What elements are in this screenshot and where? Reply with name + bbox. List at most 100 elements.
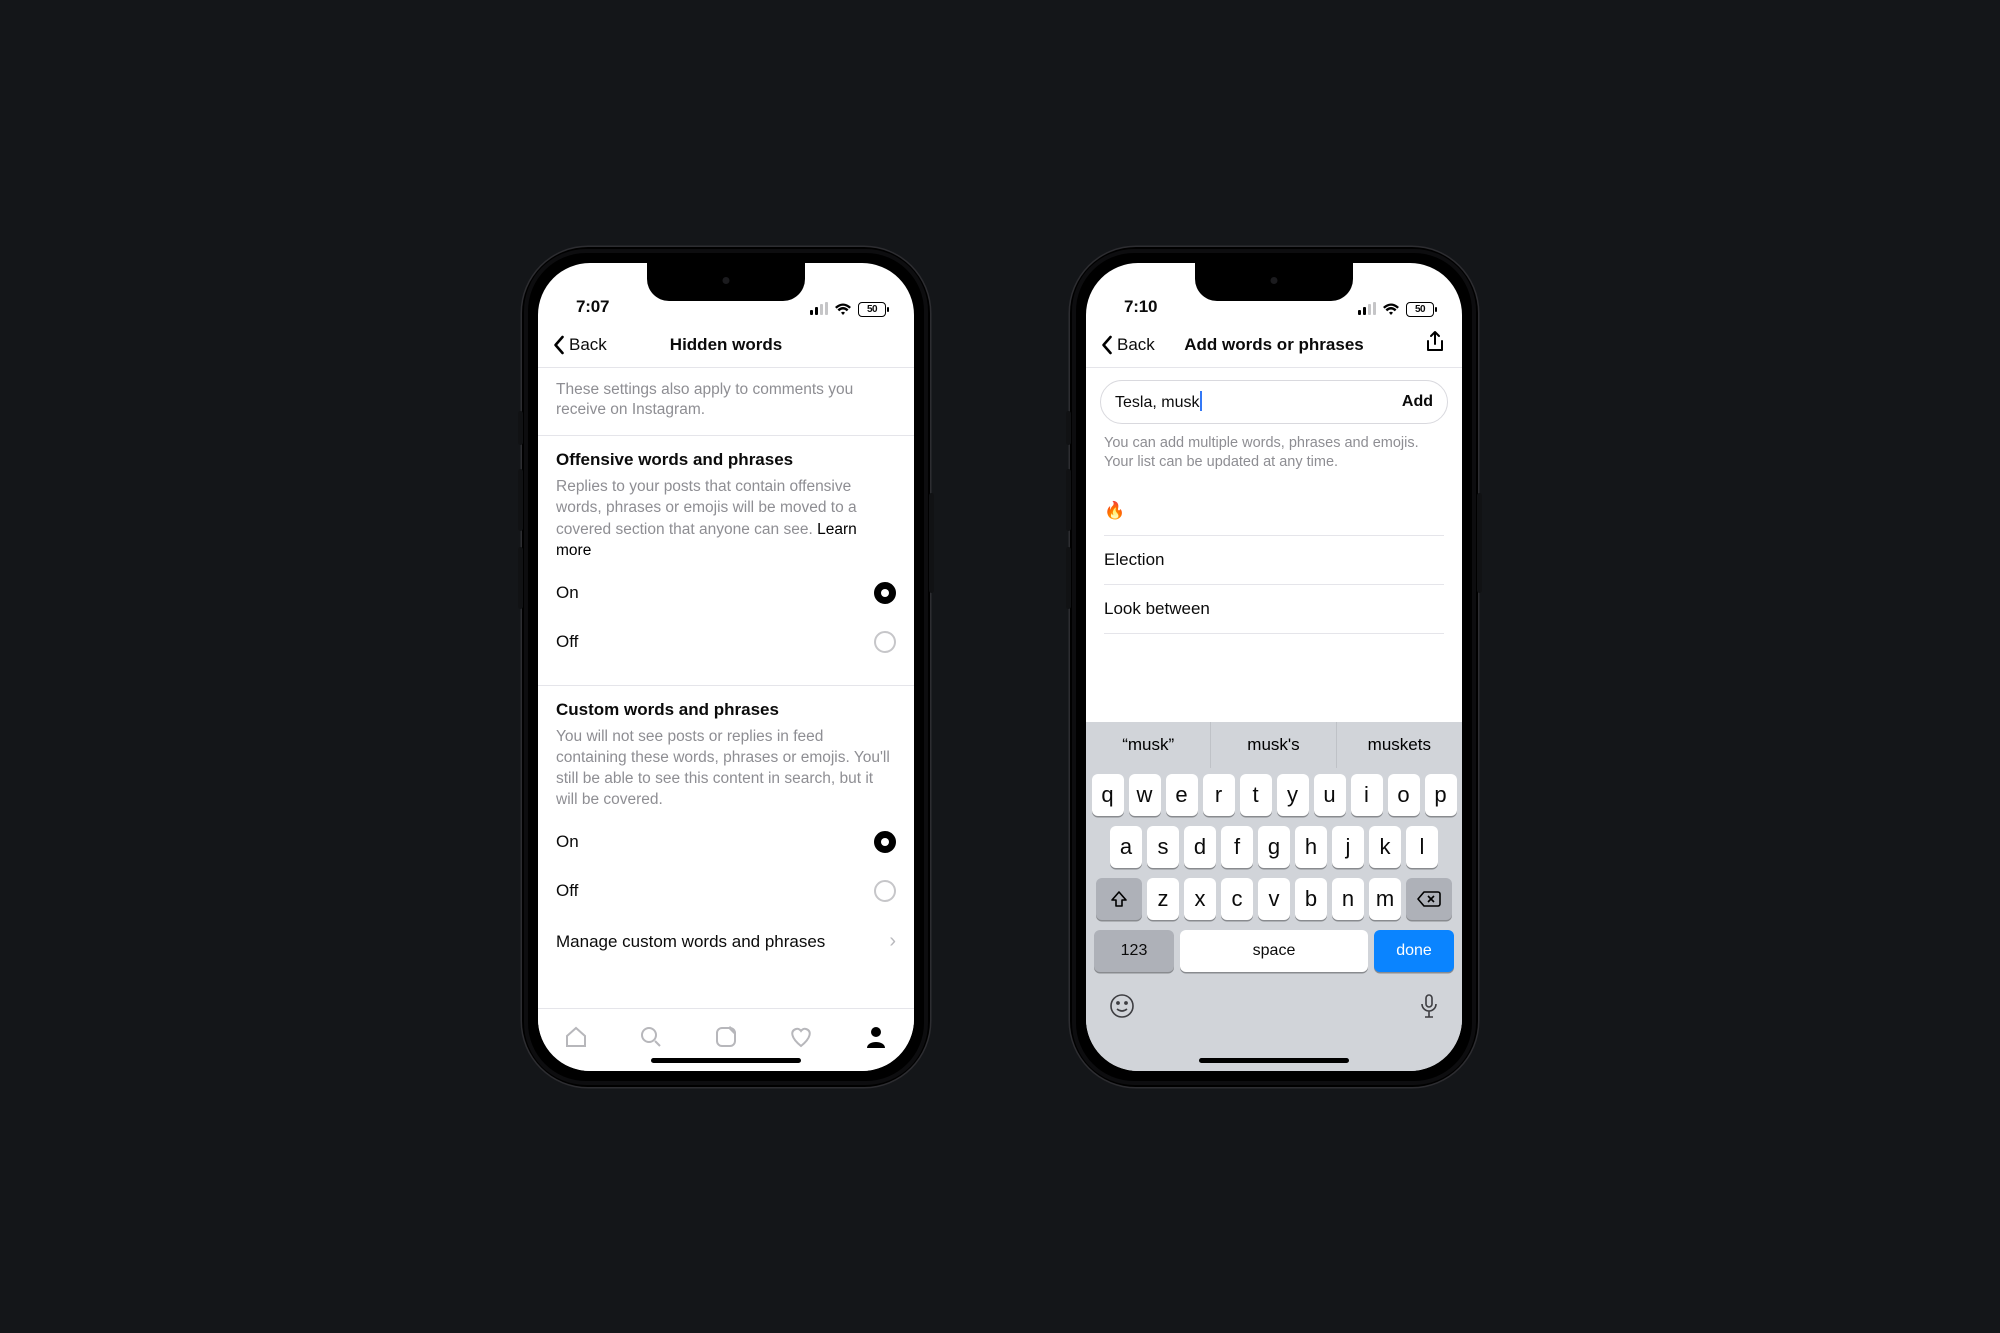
page-title: Add words or phrases bbox=[1184, 335, 1363, 355]
suggestion[interactable]: “musk” bbox=[1086, 722, 1211, 768]
share-icon bbox=[1424, 330, 1446, 354]
offensive-heading: Offensive words and phrases bbox=[556, 450, 896, 470]
key-x[interactable]: x bbox=[1184, 878, 1216, 920]
back-button[interactable]: Back bbox=[552, 335, 607, 355]
text-cursor bbox=[1200, 391, 1202, 411]
key-t[interactable]: t bbox=[1240, 774, 1272, 816]
battery-icon: 50 bbox=[1406, 302, 1434, 317]
wifi-icon bbox=[834, 303, 852, 316]
status-time: 7:10 bbox=[1124, 297, 1157, 317]
list-item[interactable]: 🔥 bbox=[1104, 487, 1444, 536]
shift-key[interactable] bbox=[1096, 878, 1142, 920]
key-p[interactable]: p bbox=[1425, 774, 1457, 816]
radio-off-icon bbox=[874, 880, 896, 902]
key-o[interactable]: o bbox=[1388, 774, 1420, 816]
wifi-icon bbox=[1382, 303, 1400, 316]
key-l[interactable]: l bbox=[1406, 826, 1438, 868]
on-label: On bbox=[556, 832, 579, 852]
home-indicator[interactable] bbox=[651, 1058, 801, 1063]
chevron-right-icon: › bbox=[889, 930, 896, 953]
key-j[interactable]: j bbox=[1332, 826, 1364, 868]
key-y[interactable]: y bbox=[1277, 774, 1309, 816]
key-k[interactable]: k bbox=[1369, 826, 1401, 868]
intro-text: These settings also apply to comments yo… bbox=[538, 368, 914, 437]
radio-on-icon bbox=[874, 582, 896, 604]
tab-home[interactable] bbox=[563, 1024, 589, 1055]
key-r[interactable]: r bbox=[1203, 774, 1235, 816]
key-g[interactable]: g bbox=[1258, 826, 1290, 868]
custom-body: You will not see posts or replies in fee… bbox=[556, 726, 896, 810]
offensive-off-row[interactable]: Off bbox=[556, 618, 896, 667]
suggestion[interactable]: musk's bbox=[1211, 722, 1336, 768]
notch bbox=[647, 263, 805, 301]
key-n[interactable]: n bbox=[1332, 878, 1364, 920]
status-time: 7:07 bbox=[576, 297, 609, 317]
custom-heading: Custom words and phrases bbox=[556, 700, 896, 720]
iphone-right: 7:10 50 Back Add words or phrases Tesla,… bbox=[1070, 247, 1478, 1087]
key-m[interactable]: m bbox=[1369, 878, 1401, 920]
tab-compose[interactable] bbox=[713, 1024, 739, 1055]
back-button[interactable]: Back bbox=[1100, 335, 1155, 355]
word-input[interactable]: Tesla, musk Add bbox=[1100, 380, 1448, 424]
space-key[interactable]: space bbox=[1180, 930, 1368, 972]
page-title: Hidden words bbox=[670, 335, 782, 355]
key-h[interactable]: h bbox=[1295, 826, 1327, 868]
done-key[interactable]: done bbox=[1374, 930, 1454, 972]
key-z[interactable]: z bbox=[1147, 878, 1179, 920]
offensive-body: Replies to your posts that contain offen… bbox=[556, 476, 896, 560]
list-item[interactable]: Look between bbox=[1104, 585, 1444, 634]
key-s[interactable]: s bbox=[1147, 826, 1179, 868]
key-e[interactable]: e bbox=[1166, 774, 1198, 816]
radio-on-icon bbox=[874, 831, 896, 853]
off-label: Off bbox=[556, 632, 578, 652]
key-w[interactable]: w bbox=[1129, 774, 1161, 816]
suggestion-bar: “musk”musk'smuskets bbox=[1086, 722, 1462, 768]
add-button[interactable]: Add bbox=[1402, 393, 1433, 411]
chevron-left-icon bbox=[1100, 335, 1113, 355]
suggestion[interactable]: muskets bbox=[1337, 722, 1462, 768]
key-v[interactable]: v bbox=[1258, 878, 1290, 920]
offensive-section: Offensive words and phrases Replies to y… bbox=[538, 436, 914, 666]
content: These settings also apply to comments yo… bbox=[538, 368, 914, 1016]
custom-off-row[interactable]: Off bbox=[556, 867, 896, 916]
backspace-key[interactable] bbox=[1406, 878, 1452, 920]
key-c[interactable]: c bbox=[1221, 878, 1253, 920]
nav-bar: Back Add words or phrases bbox=[1086, 323, 1462, 368]
iphone-left: 7:07 50 Back Hidden words These settings… bbox=[522, 247, 930, 1087]
custom-on-row[interactable]: On bbox=[556, 818, 896, 867]
off-label: Off bbox=[556, 881, 578, 901]
chevron-left-icon bbox=[552, 335, 565, 355]
offensive-on-row[interactable]: On bbox=[556, 569, 896, 618]
tab-activity[interactable] bbox=[788, 1024, 814, 1055]
numbers-key[interactable]: 123 bbox=[1094, 930, 1174, 972]
cellular-icon bbox=[1358, 303, 1376, 315]
tab-profile[interactable] bbox=[863, 1024, 889, 1055]
list-item[interactable]: Election bbox=[1104, 536, 1444, 585]
manage-label: Manage custom words and phrases bbox=[556, 932, 825, 952]
back-label: Back bbox=[1117, 335, 1155, 355]
key-i[interactable]: i bbox=[1351, 774, 1383, 816]
keyboard: “musk”musk'smuskets qwertyuiop asdfghjkl z… bbox=[1086, 722, 1462, 1071]
radio-off-icon bbox=[874, 631, 896, 653]
key-u[interactable]: u bbox=[1314, 774, 1346, 816]
screen-left: 7:07 50 Back Hidden words These settings… bbox=[538, 263, 914, 1071]
key-a[interactable]: a bbox=[1110, 826, 1142, 868]
screen-right: 7:10 50 Back Add words or phrases Tesla,… bbox=[1086, 263, 1462, 1071]
key-b[interactable]: b bbox=[1295, 878, 1327, 920]
nav-bar: Back Hidden words bbox=[538, 323, 914, 368]
on-label: On bbox=[556, 583, 579, 603]
word-list: 🔥ElectionLook between bbox=[1086, 487, 1462, 634]
emoji-key[interactable] bbox=[1108, 992, 1136, 1025]
dictation-key[interactable] bbox=[1418, 992, 1440, 1025]
battery-icon: 50 bbox=[858, 302, 886, 317]
key-d[interactable]: d bbox=[1184, 826, 1216, 868]
key-q[interactable]: q bbox=[1092, 774, 1124, 816]
share-button[interactable] bbox=[1424, 330, 1446, 359]
key-f[interactable]: f bbox=[1221, 826, 1253, 868]
manage-words-row[interactable]: Manage custom words and phrases › bbox=[556, 916, 896, 967]
home-indicator[interactable] bbox=[1199, 1058, 1349, 1063]
back-label: Back bbox=[569, 335, 607, 355]
tab-search[interactable] bbox=[638, 1024, 664, 1055]
custom-section: Custom words and phrases You will not se… bbox=[538, 686, 914, 967]
input-hint: You can add multiple words, phrases and … bbox=[1086, 430, 1462, 487]
